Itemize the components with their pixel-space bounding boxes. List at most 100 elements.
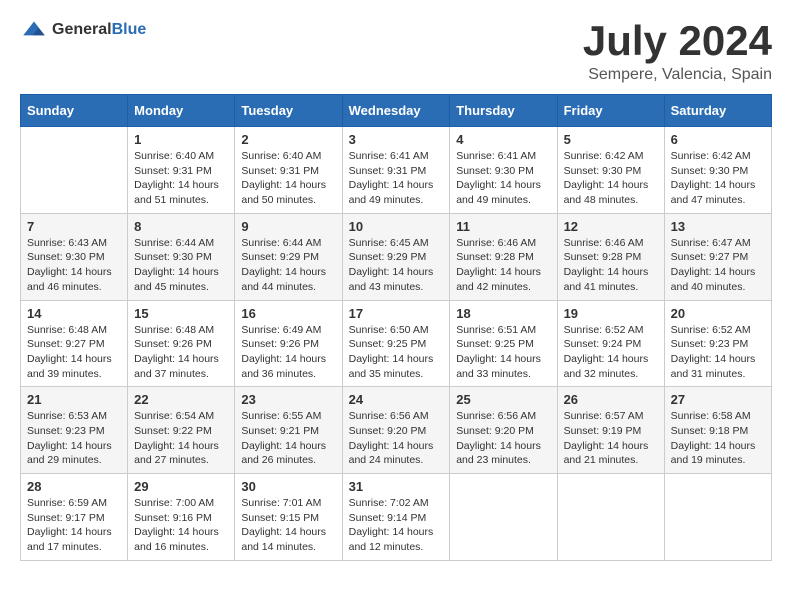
day-number: 18: [456, 306, 550, 321]
day-number: 2: [241, 132, 335, 147]
day-number: 7: [27, 219, 121, 234]
subtitle: Sempere, Valencia, Spain: [583, 66, 772, 84]
header-day: Tuesday: [235, 95, 342, 127]
day-number: 28: [27, 479, 121, 494]
calendar-cell: [21, 127, 128, 214]
calendar-cell: 11 Sunrise: 6:46 AM Sunset: 9:28 PM Dayli…: [450, 213, 557, 300]
header-day: Sunday: [21, 95, 128, 127]
day-number: 10: [349, 219, 444, 234]
day-number: 11: [456, 219, 550, 234]
calendar-cell: 28Sunrise: 6:59 AM Sunset: 9:17 PM Dayli…: [21, 474, 128, 561]
day-info: Sunrise: 6:54 AM Sunset: 9:22 PM Dayligh…: [134, 409, 228, 468]
day-info: Sunrise: 6:51 AM Sunset: 9:25 PM Dayligh…: [456, 323, 550, 382]
day-number: 30: [241, 479, 335, 494]
day-info: Sunrise: 6:47 AM Sunset: 9:27 PM Dayligh…: [671, 236, 765, 295]
calendar-cell: 22 Sunrise: 6:54 AM Sunset: 9:22 PM Dayli…: [128, 387, 235, 474]
calendar-cell: 5 Sunrise: 6:42 AM Sunset: 9:30 PM Daylig…: [557, 127, 664, 214]
calendar-cell: 4 Sunrise: 6:41 AM Sunset: 9:30 PM Daylig…: [450, 127, 557, 214]
logo-blue: Blue: [112, 21, 147, 38]
day-number: 1: [134, 132, 228, 147]
day-number: 6: [671, 132, 765, 147]
calendar-cell: 21 Sunrise: 6:53 AM Sunset: 9:23 PM Dayli…: [21, 387, 128, 474]
day-number: 3: [349, 132, 444, 147]
calendar-cell: 25 Sunrise: 6:56 AM Sunset: 9:20 PM Dayli…: [450, 387, 557, 474]
day-number: 21: [27, 392, 121, 407]
calendar-cell: 24 Sunrise: 6:56 AM Sunset: 9:20 PM Dayli…: [342, 387, 450, 474]
day-number: 22: [134, 392, 228, 407]
day-number: 15: [134, 306, 228, 321]
calendar-cell: 10Sunrise: 6:45 AM Sunset: 9:29 PM Dayli…: [342, 213, 450, 300]
day-info: Sunrise: 6:48 AM Sunset: 9:27 PM Dayligh…: [27, 323, 121, 382]
day-number: 12: [564, 219, 658, 234]
day-number: 23: [241, 392, 335, 407]
day-number: 5: [564, 132, 658, 147]
day-info: Sunrise: 6:56 AM Sunset: 9:20 PM Dayligh…: [456, 409, 550, 468]
calendar-cell: 6 Sunrise: 6:42 AM Sunset: 9:30 PM Daylig…: [664, 127, 771, 214]
day-number: 27: [671, 392, 765, 407]
day-info: Sunrise: 6:46 AM Sunset: 9:28 PM Dayligh…: [564, 236, 658, 295]
day-info: Sunrise: 6:57 AM Sunset: 9:19 PM Dayligh…: [564, 409, 658, 468]
month-title: July 2024: [583, 20, 772, 62]
day-number: 19: [564, 306, 658, 321]
day-number: 8: [134, 219, 228, 234]
day-info: Sunrise: 7:02 AM Sunset: 9:14 PM Dayligh…: [349, 496, 444, 555]
day-info: Sunrise: 6:42 AM Sunset: 9:30 PM Dayligh…: [564, 149, 658, 208]
day-number: 24: [349, 392, 444, 407]
header-day: Friday: [557, 95, 664, 127]
calendar-cell: 2 Sunrise: 6:40 AM Sunset: 9:31 PM Daylig…: [235, 127, 342, 214]
calendar-cell: 12 Sunrise: 6:46 AM Sunset: 9:28 PM Dayli…: [557, 213, 664, 300]
calendar-cell: 3Sunrise: 6:41 AM Sunset: 9:31 PM Daylig…: [342, 127, 450, 214]
day-number: 20: [671, 306, 765, 321]
day-info: Sunrise: 6:58 AM Sunset: 9:18 PM Dayligh…: [671, 409, 765, 468]
calendar-week: 28Sunrise: 6:59 AM Sunset: 9:17 PM Dayli…: [21, 474, 772, 561]
header-day: Saturday: [664, 95, 771, 127]
calendar-cell: 8 Sunrise: 6:44 AM Sunset: 9:30 PM Daylig…: [128, 213, 235, 300]
calendar-cell: [450, 474, 557, 561]
day-number: 29: [134, 479, 228, 494]
calendar-cell: [557, 474, 664, 561]
calendar-cell: 9 Sunrise: 6:44 AM Sunset: 9:29 PM Daylig…: [235, 213, 342, 300]
day-info: Sunrise: 6:40 AM Sunset: 9:31 PM Dayligh…: [241, 149, 335, 208]
calendar-cell: 26 Sunrise: 6:57 AM Sunset: 9:19 PM Dayli…: [557, 387, 664, 474]
day-info: Sunrise: 6:56 AM Sunset: 9:20 PM Dayligh…: [349, 409, 444, 468]
calendar-week: 7 Sunrise: 6:43 AM Sunset: 9:30 PM Daylig…: [21, 213, 772, 300]
day-info: Sunrise: 6:40 AM Sunset: 9:31 PM Dayligh…: [134, 149, 228, 208]
day-number: 26: [564, 392, 658, 407]
day-info: Sunrise: 6:55 AM Sunset: 9:21 PM Dayligh…: [241, 409, 335, 468]
day-info: Sunrise: 7:00 AM Sunset: 9:16 PM Dayligh…: [134, 496, 228, 555]
day-number: 16: [241, 306, 335, 321]
day-info: Sunrise: 6:52 AM Sunset: 9:23 PM Dayligh…: [671, 323, 765, 382]
day-info: Sunrise: 6:43 AM Sunset: 9:30 PM Dayligh…: [27, 236, 121, 295]
day-info: Sunrise: 6:52 AM Sunset: 9:24 PM Dayligh…: [564, 323, 658, 382]
day-info: Sunrise: 6:44 AM Sunset: 9:29 PM Dayligh…: [241, 236, 335, 295]
header-day: Monday: [128, 95, 235, 127]
calendar-cell: 18 Sunrise: 6:51 AM Sunset: 9:25 PM Dayli…: [450, 300, 557, 387]
calendar-week: 21 Sunrise: 6:53 AM Sunset: 9:23 PM Dayli…: [21, 387, 772, 474]
day-info: Sunrise: 6:46 AM Sunset: 9:28 PM Dayligh…: [456, 236, 550, 295]
calendar-cell: 20 Sunrise: 6:52 AM Sunset: 9:23 PM Dayli…: [664, 300, 771, 387]
calendar-cell: 31 Sunrise: 7:02 AM Sunset: 9:14 PM Dayli…: [342, 474, 450, 561]
day-info: Sunrise: 6:41 AM Sunset: 9:30 PM Dayligh…: [456, 149, 550, 208]
day-number: 9: [241, 219, 335, 234]
day-info: Sunrise: 6:42 AM Sunset: 9:30 PM Dayligh…: [671, 149, 765, 208]
day-number: 31: [349, 479, 444, 494]
calendar-cell: 15 Sunrise: 6:48 AM Sunset: 9:26 PM Dayli…: [128, 300, 235, 387]
day-info: Sunrise: 6:44 AM Sunset: 9:30 PM Dayligh…: [134, 236, 228, 295]
logo-general: General: [52, 21, 112, 38]
day-info: Sunrise: 6:53 AM Sunset: 9:23 PM Dayligh…: [27, 409, 121, 468]
day-number: 25: [456, 392, 550, 407]
calendar-cell: 23 Sunrise: 6:55 AM Sunset: 9:21 PM Dayli…: [235, 387, 342, 474]
calendar-table: SundayMondayTuesdayWednesdayThursdayFrid…: [20, 94, 772, 561]
calendar-cell: 17 Sunrise: 6:50 AM Sunset: 9:25 PM Dayli…: [342, 300, 450, 387]
day-number: 13: [671, 219, 765, 234]
calendar-cell: 13 Sunrise: 6:47 AM Sunset: 9:27 PM Dayli…: [664, 213, 771, 300]
calendar-cell: 1 Sunrise: 6:40 AM Sunset: 9:31 PM Daylig…: [128, 127, 235, 214]
calendar-week: 1 Sunrise: 6:40 AM Sunset: 9:31 PM Daylig…: [21, 127, 772, 214]
day-info: Sunrise: 6:50 AM Sunset: 9:25 PM Dayligh…: [349, 323, 444, 382]
calendar-cell: 30 Sunrise: 7:01 AM Sunset: 9:15 PM Dayli…: [235, 474, 342, 561]
day-info: Sunrise: 6:48 AM Sunset: 9:26 PM Dayligh…: [134, 323, 228, 382]
day-number: 14: [27, 306, 121, 321]
day-info: Sunrise: 7:01 AM Sunset: 9:15 PM Dayligh…: [241, 496, 335, 555]
day-number: 4: [456, 132, 550, 147]
day-number: 17: [349, 306, 444, 321]
